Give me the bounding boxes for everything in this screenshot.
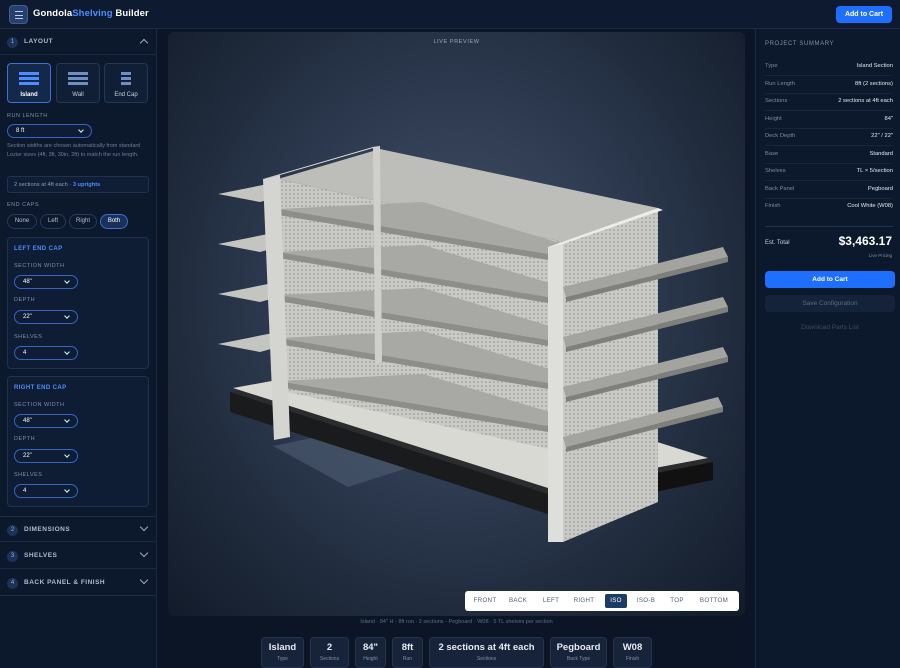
layout-option-end-cap[interactable]: End Cap xyxy=(104,63,148,103)
view-bottom-button[interactable]: BOTTOM xyxy=(695,594,733,608)
chevron-down-icon xyxy=(64,487,70,493)
left-cap-shelves-select[interactable]: 4 xyxy=(14,346,78,360)
end-cap-right[interactable]: Right xyxy=(69,214,97,229)
view-back-button[interactable]: BACK xyxy=(503,594,533,608)
end-cap-icon xyxy=(121,72,131,85)
live-pricing-note: Live Pricing xyxy=(868,253,892,258)
end-caps-label: END CAPS xyxy=(7,202,40,208)
summary-row: Deck Depth 22" / 22" xyxy=(765,128,893,146)
island-icon xyxy=(19,72,39,85)
end-cap-left[interactable]: Left xyxy=(40,214,66,229)
add-to-cart-button[interactable]: Add to Cart xyxy=(836,6,892,23)
view-top-button[interactable]: TOP xyxy=(665,594,689,608)
layout-option-wall[interactable]: Wall xyxy=(56,63,100,103)
view-front-button[interactable]: FRONT xyxy=(469,594,501,608)
summary-divider xyxy=(765,226,893,227)
viewer-title: LIVE PREVIEW xyxy=(433,39,480,45)
chevron-down-icon xyxy=(64,278,70,284)
left-cap-depth-select[interactable]: 22" xyxy=(14,310,78,324)
app-title: GondolaShelving Builder xyxy=(33,8,149,19)
left-end-cap-card: LEFT END CAP SECTION WIDTH 48" DEPTH 22"… xyxy=(7,237,149,369)
section-summary: 2 sections at 4ft each · 3 uprights xyxy=(7,176,149,193)
view-left-button[interactable]: LEFT xyxy=(537,594,565,608)
right-cap-depth-select[interactable]: 22" xyxy=(14,449,78,463)
run-length-label: RUN LENGTH xyxy=(7,113,48,119)
wall-icon xyxy=(68,72,88,85)
run-length-select[interactable]: 8 ft xyxy=(7,124,92,138)
summary-row: Height 84" xyxy=(765,111,893,129)
section-dimensions-header[interactable]: 2 DIMENSIONS xyxy=(0,516,157,542)
summary-row: Finish Cool White (W08) xyxy=(765,203,893,209)
run-length-help: Section widths are chosen automatically … xyxy=(7,143,141,158)
section-back-panel-header[interactable]: 4 BACK PANEL & FINISH xyxy=(0,570,157,596)
summary-row: Back Panel Pegboard xyxy=(765,181,893,199)
section-shelves-header[interactable]: 3 SHELVES xyxy=(0,543,157,569)
chevron-down-icon xyxy=(64,313,70,319)
stat-back-type: Pegboard Back Type xyxy=(550,637,607,668)
config-sidebar: 1 LAYOUT Island Wall End Cap RUN LENGTH … xyxy=(0,29,157,668)
summary-row: Run Length 8ft (2 sections) xyxy=(765,76,893,94)
summary-row: Base Standard xyxy=(765,146,893,164)
chevron-down-icon xyxy=(64,417,70,423)
chevron-down-icon xyxy=(64,349,70,355)
chevron-down-icon xyxy=(139,522,149,532)
view-switcher: FRONT BACK LEFT RIGHT ISO ISO-B TOP BOTT… xyxy=(465,591,739,611)
left-cap-width-select[interactable]: 48" xyxy=(14,275,78,289)
stat-sections: 2 Sections xyxy=(310,637,349,668)
download-parts-list-button[interactable]: Download Parts List xyxy=(765,319,895,336)
summary-row: Shelves TL × 5/section xyxy=(765,163,893,181)
chevron-down-icon xyxy=(139,548,149,558)
menu-icon[interactable] xyxy=(9,5,28,24)
right-cap-shelves-select[interactable]: 4 xyxy=(14,484,78,498)
view-right-button[interactable]: RIGHT xyxy=(568,594,600,608)
summary-title: PROJECT SUMMARY xyxy=(765,41,835,47)
right-end-cap-card: RIGHT END CAP SECTION WIDTH 48" DEPTH 22… xyxy=(7,376,149,507)
summary-row: Type Island Section xyxy=(765,58,893,76)
end-cap-both[interactable]: Both xyxy=(100,214,128,229)
section-layout-header[interactable]: 1 LAYOUT xyxy=(0,29,157,55)
est-total-value: $3,463.17 xyxy=(838,234,892,248)
add-to-cart-button[interactable]: Add to Cart xyxy=(765,271,895,288)
chevron-down-icon xyxy=(64,452,70,458)
layout-option-island[interactable]: Island xyxy=(7,63,51,103)
view-iso-button[interactable]: ISO xyxy=(605,594,627,608)
section-title: DIMENSIONS xyxy=(24,526,71,533)
est-total-label: Est. Total xyxy=(765,240,790,246)
chevron-down-icon xyxy=(139,575,149,585)
end-cap-none[interactable]: None xyxy=(7,214,37,229)
top-bar: GondolaShelving Builder Add to Cart xyxy=(0,0,900,29)
gondola-3d-model xyxy=(218,146,728,542)
preview-caption: Island · 84" H · 8ft run · 2 sections · … xyxy=(360,619,553,625)
right-cap-width-select[interactable]: 48" xyxy=(14,414,78,428)
project-summary-panel: PROJECT SUMMARY Type Island Section Run L… xyxy=(755,29,900,668)
live-preview-viewport[interactable]: LIVE PREVIEW FRONT BACK LEFT RIGHT ISO I… xyxy=(168,32,745,616)
stat-finish: W08 Finish xyxy=(613,637,652,668)
view-iso-b-button[interactable]: ISO-B xyxy=(631,594,661,608)
section-title: LAYOUT xyxy=(24,38,54,45)
section-title: BACK PANEL & FINISH xyxy=(24,579,106,586)
stat-type: Island Type xyxy=(261,637,304,668)
stat-run: 8ft Run xyxy=(392,637,423,668)
section-title: SHELVES xyxy=(24,552,58,559)
stat-height: 84" Height xyxy=(355,637,386,668)
save-configuration-button[interactable]: Save Configuration xyxy=(765,295,895,312)
chevron-up-icon xyxy=(139,38,149,48)
chevron-down-icon xyxy=(78,127,84,133)
stat-section-config: 2 sections at 4ft each Sections xyxy=(429,637,544,668)
summary-row: Sections 2 sections at 4ft each xyxy=(765,93,893,111)
